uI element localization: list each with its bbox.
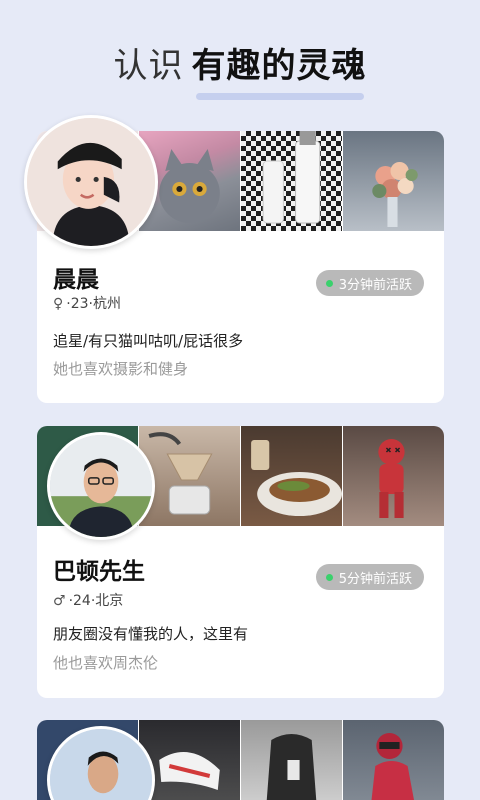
status-text: 5分钟前活跃 (338, 571, 412, 587)
photo-thumbnail[interactable] (139, 426, 241, 526)
user-age-city: ·24·北京 (68, 593, 124, 609)
page-header: 认识 有趣的灵魂 (0, 0, 480, 110)
photo-thumbnail[interactable] (343, 426, 444, 526)
user-card[interactable]: 晨晨 ♀ ·23·杭州 3分钟前活跃 追星/有只猫叫咕叽/屁话很多 她也喜欢摄影和… (24, 115, 444, 403)
user-hobby: 她也喜欢摄影和健身 (53, 360, 189, 378)
user-motto: 追星/有只猫叫咕叽/屁话很多 (53, 332, 244, 350)
user-card[interactable] (37, 720, 444, 800)
status-badge: 3分钟前活跃 (315, 270, 424, 296)
user-hobby: 他也喜欢周杰伦 (53, 654, 159, 672)
user-motto: 朋友圈没有懂我的人，这里有 (53, 625, 249, 643)
user-meta: ♀ ·23·杭州 (53, 293, 121, 313)
online-dot-icon (325, 279, 333, 287)
online-dot-icon (325, 573, 333, 581)
avatar[interactable] (24, 115, 158, 249)
page-title-bold: 有趣的灵魂 (191, 46, 367, 86)
status-badge: 5分钟前活跃 (315, 564, 424, 590)
user-age-city: ·23·杭州 (66, 296, 121, 312)
photo-thumbnail[interactable] (343, 131, 444, 231)
user-card[interactable]: 巴顿先生 ♂ ·24·北京 5分钟前活跃 朋友圈没有懂我的人，这里有 他也喜欢周杰… (37, 426, 444, 698)
avatar[interactable] (47, 432, 155, 540)
page-title-light: 认识 (113, 46, 184, 86)
photo-thumbnail[interactable] (241, 720, 343, 800)
female-icon: ♀ (53, 296, 64, 312)
photo-thumbnail[interactable] (343, 720, 444, 800)
photo-thumbnail[interactable] (241, 426, 343, 526)
title-underline (196, 93, 364, 100)
male-icon: ♂ (53, 593, 66, 609)
user-name: 晨晨 (53, 267, 99, 293)
user-name: 巴顿先生 (53, 559, 145, 585)
photo-thumbnail[interactable] (241, 131, 343, 231)
user-meta: ♂ ·24·北京 (53, 590, 123, 610)
status-text: 3分钟前活跃 (338, 277, 412, 293)
page-title: 认识 有趣的灵魂 (0, 38, 480, 87)
